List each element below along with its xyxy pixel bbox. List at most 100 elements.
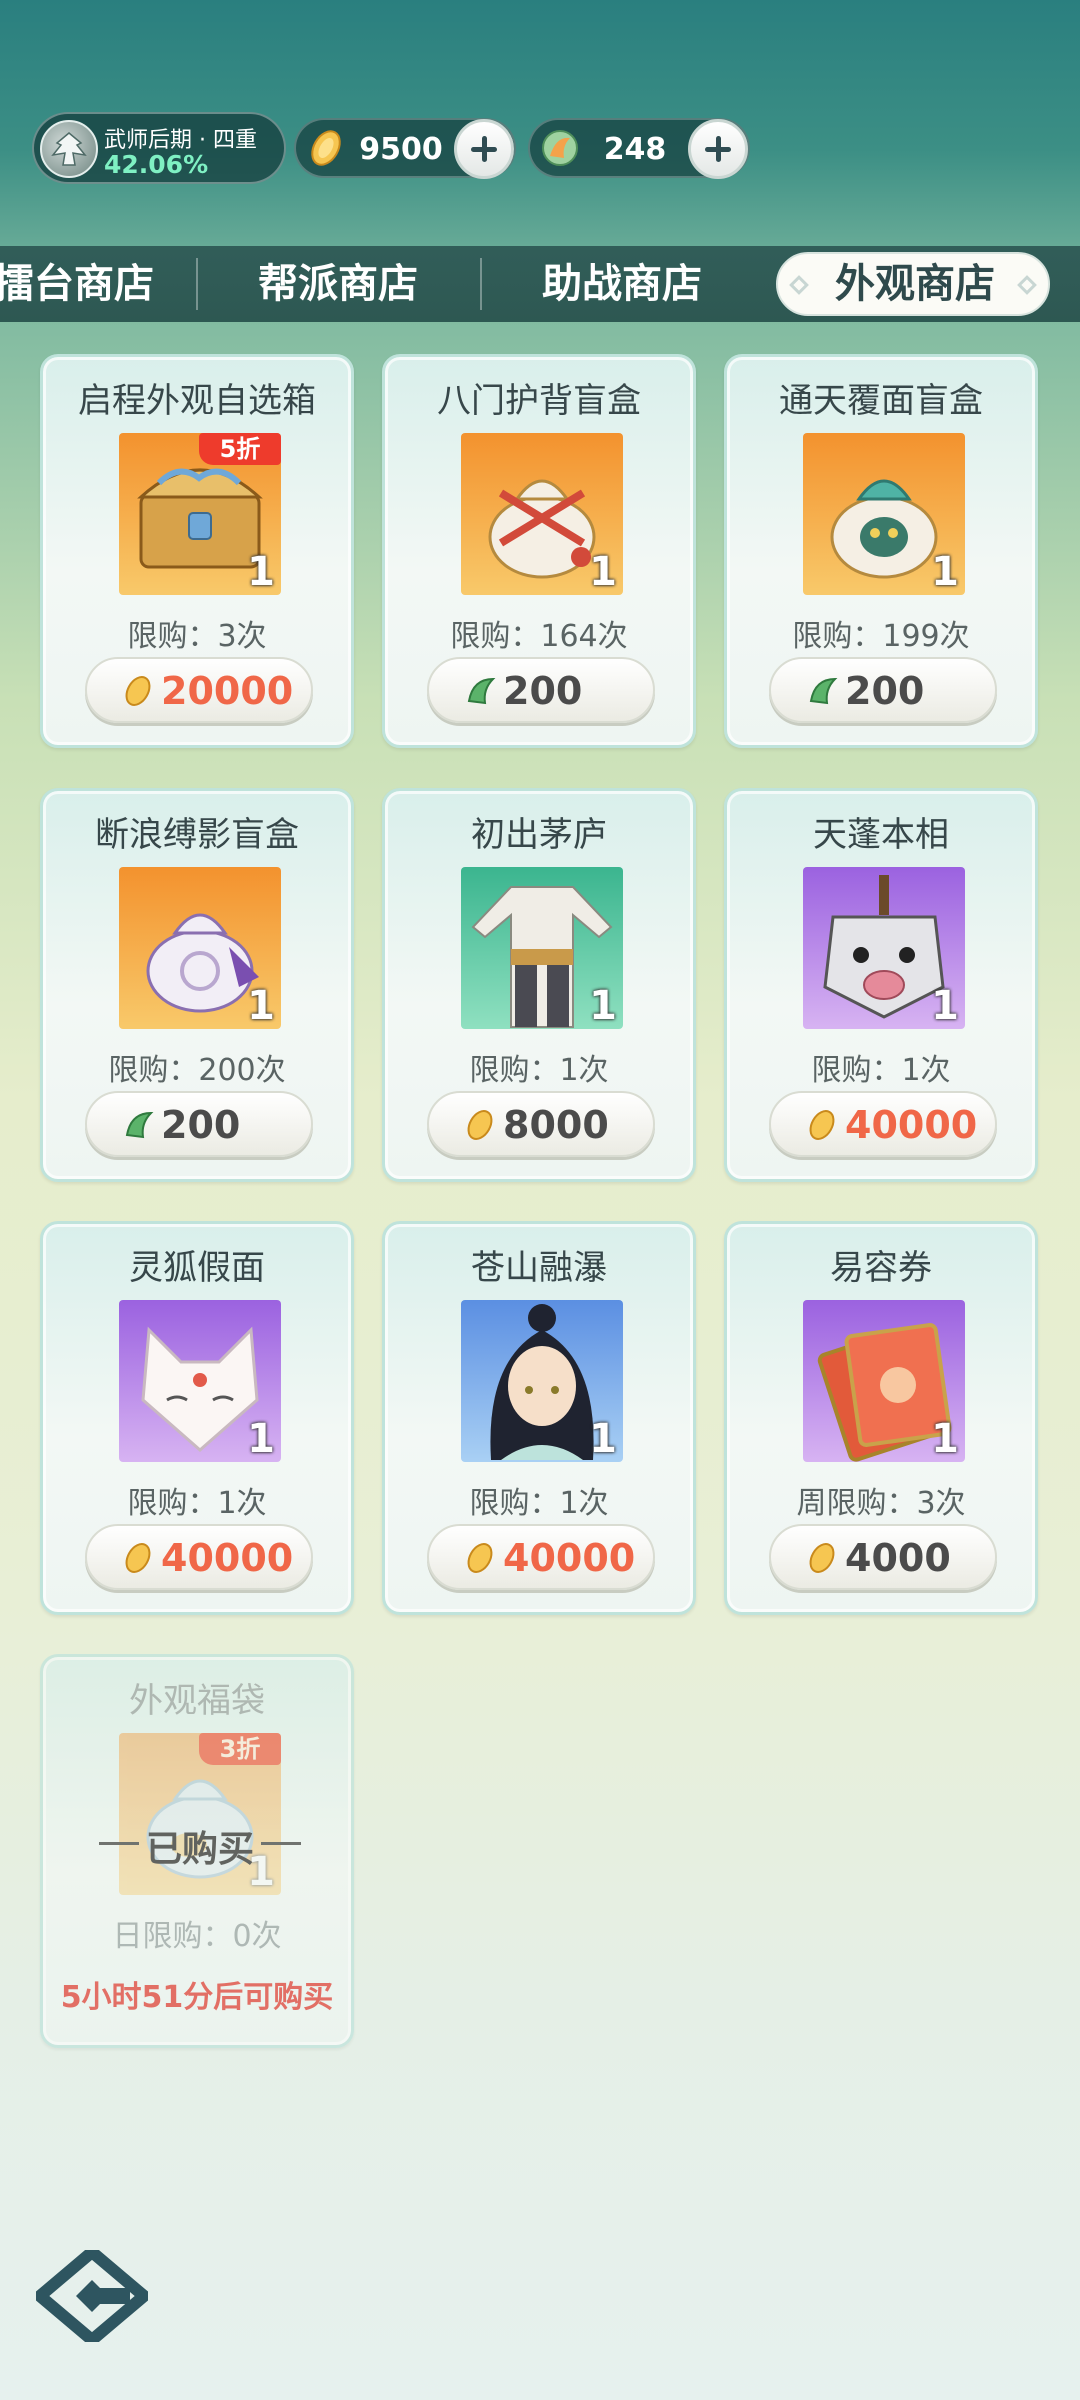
- item-image: 1: [803, 867, 965, 1029]
- shop-item-card[interactable]: 易容券 1 周限购：3次 4000: [724, 1221, 1038, 1615]
- buy-button[interactable]: 200: [427, 657, 655, 723]
- divider: [261, 1842, 301, 1845]
- item-image: 1: [461, 867, 623, 1029]
- item-image: 1: [119, 1300, 281, 1462]
- item-image: 1: [119, 867, 281, 1029]
- buy-button[interactable]: 8000: [427, 1091, 655, 1157]
- item-name: 灵狐假面: [129, 1248, 265, 1288]
- buy-button[interactable]: 200: [85, 1091, 313, 1157]
- add-gold-button[interactable]: [454, 119, 514, 179]
- gold-ingot-icon: [809, 1110, 835, 1140]
- gold-ingot-icon: [467, 1110, 493, 1140]
- item-name: 初出茅庐: [471, 815, 607, 855]
- purchase-limit: 限购：1次: [469, 1053, 609, 1088]
- gold-ingot-icon: [125, 1543, 151, 1573]
- item-name: 八门护背盲盒: [437, 381, 641, 421]
- purchased-status: 已购买: [145, 1829, 254, 1870]
- purchase-limit: 限购：1次: [811, 1053, 951, 1088]
- tab-appearance-shop-label: 外观商店: [835, 261, 995, 307]
- item-price: 40000: [503, 1536, 636, 1580]
- jade-token-icon: [809, 677, 838, 705]
- resource-bar: 武师后期 · 四重 42.06% 9500 248: [32, 112, 1062, 184]
- purchase-limit: 限购：1次: [127, 1486, 267, 1521]
- item-name: 外观福袋: [129, 1681, 265, 1721]
- purchase-limit: 日限购：0次: [112, 1919, 282, 1954]
- buy-button[interactable]: 4000: [769, 1524, 997, 1590]
- shop-item-card[interactable]: 断浪缚影盲盒 1 限购：200次 200: [40, 788, 354, 1182]
- buy-button[interactable]: 20000: [85, 657, 313, 723]
- item-price: 200: [161, 1103, 241, 1147]
- item-image: 1: [803, 1300, 965, 1462]
- item-name: 通天覆面盲盒: [779, 381, 983, 421]
- purchase-limit: 限购：3次: [127, 619, 267, 654]
- shop-tab-bar: 擂台商店 帮派商店 助战商店 外观商店: [0, 246, 1080, 322]
- item-image: 1: [461, 433, 623, 595]
- buy-button[interactable]: 40000: [85, 1524, 313, 1590]
- item-quantity: 1: [589, 549, 617, 595]
- tab-arena-shop[interactable]: 擂台商店: [0, 246, 154, 322]
- item-quantity: 1: [247, 983, 275, 1029]
- gold-ingot-icon: [125, 676, 151, 706]
- item-quantity: 1: [931, 549, 959, 595]
- tab-divider: [196, 258, 198, 310]
- purchase-limit: 限购：164次: [450, 619, 628, 654]
- item-name: 启程外观自选箱: [78, 381, 316, 421]
- gold-currency: 9500: [294, 118, 516, 179]
- item-image: 1: [803, 433, 965, 595]
- rank-avatar-icon: [40, 120, 98, 178]
- jade-token-icon: [467, 677, 496, 705]
- jade-amount: 248: [603, 132, 667, 167]
- purchase-limit: 限购：1次: [469, 1486, 609, 1521]
- item-price: 40000: [845, 1103, 978, 1147]
- gold-ingot-icon: [467, 1543, 493, 1573]
- shop-item-card[interactable]: 苍山融瀑 1 限购：1次 40000: [382, 1221, 696, 1615]
- jade-currency: 248: [528, 118, 750, 179]
- item-quantity: 1: [589, 983, 617, 1029]
- item-quantity: 1: [931, 983, 959, 1029]
- add-jade-button[interactable]: [688, 119, 748, 179]
- shop-item-card[interactable]: 八门护背盲盒 1 限购：164次 200: [382, 354, 696, 748]
- buy-button[interactable]: 40000: [427, 1524, 655, 1590]
- item-price: 200: [503, 669, 583, 713]
- jade-token-icon: [542, 130, 578, 166]
- item-quantity: 1: [247, 549, 275, 595]
- gold-ingot-icon: [311, 130, 341, 166]
- gold-amount: 9500: [359, 132, 443, 167]
- tab-appearance-shop[interactable]: 外观商店: [776, 252, 1050, 316]
- item-price: 4000: [845, 1536, 951, 1580]
- item-quantity: 1: [931, 1416, 959, 1462]
- shop-item-card[interactable]: 灵狐假面 1 限购：1次 40000: [40, 1221, 354, 1615]
- item-price: 20000: [161, 669, 294, 713]
- game-logo-icon[interactable]: [36, 2250, 148, 2342]
- gold-ingot-icon: [809, 1543, 835, 1573]
- purchase-limit: 限购：200次: [108, 1053, 286, 1088]
- item-quantity: 1: [247, 1416, 275, 1462]
- item-quantity: 1: [589, 1416, 617, 1462]
- jade-token-icon: [125, 1111, 154, 1139]
- tab-divider: [480, 258, 482, 310]
- item-name: 苍山融瀑: [471, 1248, 607, 1288]
- item-price: 40000: [161, 1536, 294, 1580]
- shop-item-card[interactable]: 通天覆面盲盒 1 限购：199次 200: [724, 354, 1038, 748]
- item-name: 断浪缚影盲盒: [95, 815, 299, 855]
- item-price: 8000: [503, 1103, 609, 1147]
- buy-button[interactable]: 200: [769, 657, 997, 723]
- discount-badge: 5折: [199, 433, 281, 465]
- purchase-limit: 限购：199次: [792, 619, 970, 654]
- rank-badge[interactable]: 武师后期 · 四重 42.06%: [32, 112, 286, 184]
- rank-progress: 42.06%: [104, 150, 209, 179]
- item-name: 易容券: [830, 1248, 932, 1288]
- item-image: 1: [461, 1300, 623, 1462]
- restock-countdown: 5小时51分后可购买: [60, 1980, 334, 2015]
- shop-item-card-sold-out: 外观福袋 1 3折 已购买 日限购：0次 5小时51分后可购买: [40, 1654, 354, 2048]
- item-price: 200: [845, 669, 925, 713]
- shop-item-card[interactable]: 初出茅庐 1 限购：1次 8000: [382, 788, 696, 1182]
- purchase-limit: 周限购：3次: [796, 1486, 966, 1521]
- shop-item-card[interactable]: 天蓬本相 1 限购：1次 40000: [724, 788, 1038, 1182]
- shop-item-card[interactable]: 启程外观自选箱 1 5折 限购：3次 20000: [40, 354, 354, 748]
- item-name: 天蓬本相: [813, 815, 949, 855]
- tab-guild-shop[interactable]: 帮派商店: [258, 246, 418, 322]
- tab-support-shop[interactable]: 助战商店: [542, 246, 702, 322]
- buy-button[interactable]: 40000: [769, 1091, 997, 1157]
- discount-badge: 3折: [199, 1733, 281, 1765]
